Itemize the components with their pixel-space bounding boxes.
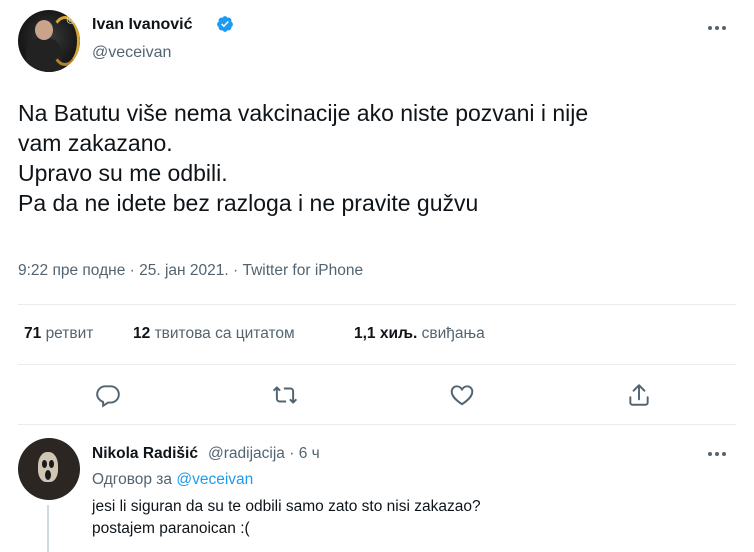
reply-age[interactable]: 6 ч [299, 445, 320, 462]
tweet-text-line: Na Batutu više nema vakcinacije ako nist… [18, 100, 589, 126]
meta-separator: · [289, 445, 295, 462]
quotes-stat[interactable]: 12 твитова са цитатом [133, 325, 295, 343]
divider [18, 424, 736, 425]
tweet-meta: 9:22 пре подне · 25. јан 2021. · Twitter… [18, 262, 363, 280]
share-icon [629, 384, 649, 406]
tweet-text-line: Pa da ne idete bez razloga i ne pravite … [18, 190, 479, 216]
quotes-label: твитова са цитатом [154, 325, 295, 342]
reply-text-line: jesi li siguran da su te odbili samo zat… [92, 498, 481, 515]
tweet-text-line: Upravo su me odbili. [18, 160, 228, 186]
thread-line [47, 505, 49, 552]
likes-label: свиђања [421, 325, 485, 342]
avatar-mask-eye [49, 460, 54, 468]
reply-text-line: postajem paranoican :( [92, 520, 250, 537]
retweets-stat[interactable]: 71 ретвит [24, 325, 93, 343]
more-options-icon[interactable] [706, 18, 728, 38]
reply-author-name[interactable]: Nikola Radišić [92, 444, 198, 464]
meta-separator: · [233, 262, 239, 279]
tweet-text: Na Batutu više nema vakcinacije ako nist… [18, 98, 738, 218]
retweet-button[interactable] [272, 382, 298, 408]
author-name[interactable]: Ivan Ivanović [92, 15, 193, 35]
quotes-count: 12 [133, 325, 151, 342]
author-avatar[interactable]: @ [18, 10, 80, 72]
like-button[interactable] [449, 382, 475, 408]
reply-author-handle[interactable]: @radijacija [208, 445, 285, 462]
like-icon [450, 385, 474, 406]
author-handle[interactable]: @veceivan [92, 43, 171, 63]
retweets-label: ретвит [45, 325, 94, 342]
avatar-mask-mouth [45, 470, 51, 480]
avatar-mask-eye [42, 460, 47, 468]
share-button[interactable] [626, 382, 652, 408]
reply-button[interactable] [95, 382, 121, 408]
replying-to-label: Одговор за [92, 471, 173, 488]
reply-author-meta: @radijacija · 6 ч [208, 444, 320, 464]
more-options-icon[interactable] [706, 444, 728, 464]
meta-separator: · [129, 262, 135, 279]
likes-count: 1,1 хиљ. [354, 325, 418, 342]
reply-text: jesi li siguran da su te odbili samo zat… [92, 496, 481, 540]
replying-to-handle[interactable]: @veceivan [176, 471, 253, 488]
retweets-count: 71 [24, 325, 42, 342]
replying-to: Одговор за @veceivan [92, 471, 253, 489]
divider [18, 364, 736, 365]
reply-author-avatar[interactable] [18, 438, 80, 500]
tweet-text-line: vam zakazano. [18, 130, 173, 156]
tweet-date[interactable]: 25. јан 2021. [139, 262, 229, 279]
divider [18, 304, 736, 305]
tweet-detail: @ Ivan Ivanović @veceivan Na Batutu više… [0, 0, 754, 552]
retweet-icon [272, 386, 298, 404]
tweet-source[interactable]: Twitter for iPhone [242, 262, 363, 279]
reply-icon [96, 385, 120, 408]
verified-badge-icon [217, 16, 233, 32]
tweet-time[interactable]: 9:22 пре подне [18, 262, 125, 279]
likes-stat[interactable]: 1,1 хиљ. свиђања [354, 325, 485, 343]
avatar-at-mark: @ [66, 14, 77, 25]
